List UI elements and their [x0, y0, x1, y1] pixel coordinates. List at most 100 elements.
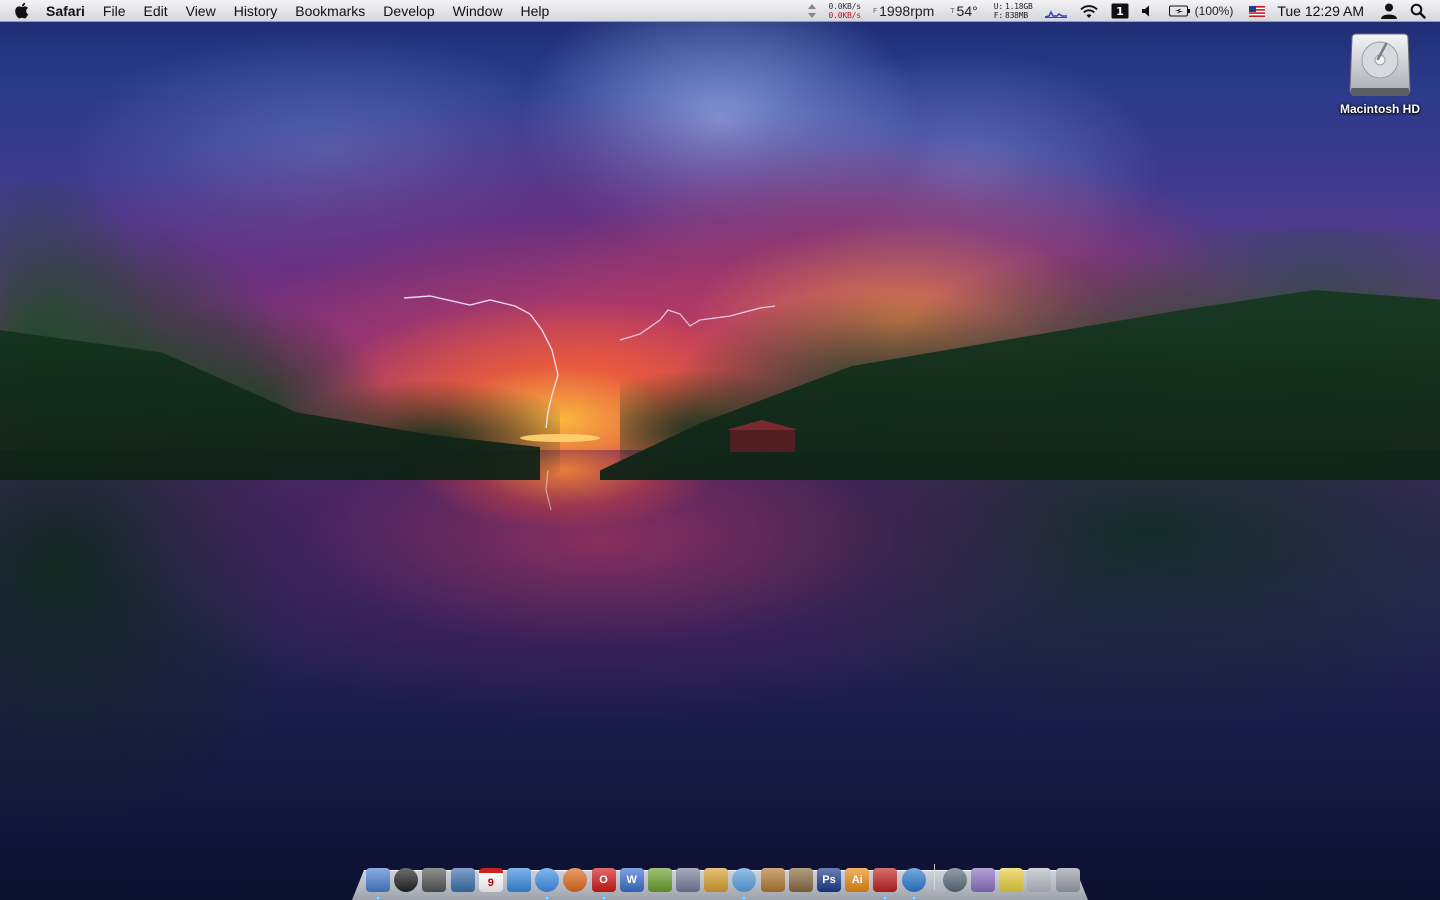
expose-icon — [422, 868, 447, 892]
dock-safari[interactable] — [533, 866, 561, 900]
battery-menu[interactable]: (100%) — [1168, 0, 1238, 22]
menu-develop[interactable]: Develop — [374, 0, 443, 22]
mem-used-label: U: — [993, 2, 1003, 11]
iphoto-icon — [788, 868, 813, 892]
dock-downloads-stack[interactable] — [1025, 866, 1053, 894]
itunes-icon — [732, 868, 757, 892]
mem-free-label: F: — [993, 11, 1003, 20]
menu-extras: 0.0KB/s 0.0KB/s F 1998rpm T 54° U: F: 1.… — [801, 0, 1440, 22]
wifi-icon — [1079, 4, 1098, 18]
menu-edit[interactable]: Edit — [134, 0, 176, 22]
battery-percentage: (100%) — [1194, 4, 1234, 18]
input-source-menu[interactable] — [1249, 0, 1266, 22]
menu-view[interactable]: View — [177, 0, 225, 22]
keynote-icon — [704, 868, 729, 892]
dock-preview[interactable] — [449, 866, 477, 894]
net-upload-rate: 0.0KB/s — [828, 2, 862, 11]
activity-graph[interactable] — [1044, 0, 1067, 22]
temperature-monitor[interactable]: T 54° — [950, 0, 981, 22]
dock-itunes[interactable] — [730, 866, 758, 900]
running-indicator — [376, 896, 380, 900]
dock-parallels[interactable] — [871, 866, 899, 900]
garageband-icon — [760, 868, 785, 892]
menu-clock[interactable]: Tue 12:29 AM — [1277, 3, 1364, 19]
utility-icon — [676, 868, 701, 892]
running-indicator — [601, 896, 606, 900]
dock-expose[interactable] — [420, 866, 448, 894]
fan-monitor[interactable]: F 1998rpm — [873, 0, 938, 22]
documents-stack-icon — [999, 868, 1024, 892]
dock-garageband[interactable] — [759, 866, 787, 894]
ical-icon: 9 — [478, 868, 503, 892]
network-icon — [942, 868, 967, 892]
wallpaper-lightning — [403, 295, 798, 511]
hard-drive-icon — [1349, 33, 1411, 96]
preview-icon — [450, 868, 475, 892]
word-icon: W — [619, 868, 644, 892]
menu-file[interactable]: File — [94, 0, 135, 22]
dock-growl[interactable] — [646, 866, 674, 894]
menu-window[interactable]: Window — [444, 0, 512, 22]
memory-monitor[interactable]: U: F: 1.18GB 838MB — [994, 0, 1033, 22]
growl-icon — [647, 868, 672, 892]
spotlight-menu[interactable] — [1410, 0, 1426, 22]
photoshop-icon: Ps — [817, 868, 841, 892]
temperature-label: T — [950, 7, 955, 15]
volume-menu[interactable] — [1141, 0, 1157, 22]
mem-free-value: 838MB — [1004, 11, 1029, 20]
dock-documents-stack[interactable] — [997, 866, 1025, 894]
temperature-value: 54° — [956, 3, 978, 19]
downloads-stack-icon — [1027, 868, 1052, 892]
fan-speed: 1998rpm — [879, 3, 935, 19]
svg-text:1: 1 — [1116, 5, 1124, 18]
parallels-icon — [873, 868, 898, 892]
spaces-icon: 1 — [1111, 3, 1129, 19]
dock-word[interactable]: W — [618, 866, 646, 894]
activity-graph-icon — [1044, 10, 1067, 18]
macintosh-hd-label: Macintosh HD — [1339, 102, 1420, 116]
running-indicator — [911, 896, 916, 900]
network-arrows-icon — [807, 4, 816, 18]
dock-separator[interactable] — [933, 864, 935, 890]
fan-label: F — [872, 7, 878, 15]
dock: 9 O W Ps Ai — [364, 860, 1084, 900]
wifi-menu[interactable] — [1079, 0, 1099, 22]
menu-bookmarks[interactable]: Bookmarks — [286, 0, 374, 22]
illustrator-icon: Ai — [845, 868, 870, 892]
battery-icon — [1168, 5, 1190, 17]
applications-stack-icon — [970, 868, 995, 892]
volume-icon — [1141, 5, 1149, 17]
dashboard-icon — [394, 868, 419, 892]
dock-photoshop[interactable]: Ps — [815, 866, 843, 894]
menu-history[interactable]: History — [225, 0, 287, 22]
us-flag-icon — [1249, 5, 1266, 17]
mem-used-value: 1.18GB — [1004, 2, 1033, 11]
spotlight-search-icon — [1410, 3, 1426, 19]
menu-help[interactable]: Help — [511, 0, 558, 22]
firefox-icon — [563, 868, 588, 892]
dock-opera[interactable]: O — [590, 866, 618, 900]
dock-network[interactable] — [941, 866, 969, 894]
finder-icon — [366, 868, 390, 892]
desktop-wallpaper — [0, 0, 1440, 900]
dock-illustrator[interactable]: Ai — [843, 866, 871, 894]
quicktime-icon — [901, 868, 926, 892]
network-monitor[interactable]: 0.0KB/s 0.0KB/s — [807, 0, 861, 22]
dock-trash[interactable] — [1054, 866, 1082, 894]
dock-keynote[interactable] — [702, 866, 730, 894]
apple-menu-icon[interactable] — [0, 0, 42, 22]
dock-quicktime[interactable] — [900, 866, 928, 900]
opera-icon: O — [591, 868, 616, 892]
spaces-menu[interactable]: 1 — [1111, 0, 1129, 22]
dock-finder[interactable] — [364, 866, 392, 900]
user-menu[interactable] — [1380, 0, 1398, 22]
dock-iphoto[interactable] — [787, 866, 815, 894]
menu-app-safari[interactable]: Safari — [42, 0, 94, 22]
dock-dashboard[interactable] — [392, 866, 420, 894]
dock-ical[interactable]: 9 — [477, 866, 505, 894]
dock-ichat[interactable] — [505, 866, 533, 894]
dock-firefox[interactable] — [561, 866, 589, 894]
dock-applications-stack[interactable] — [969, 866, 997, 894]
dock-utility[interactable] — [674, 866, 702, 894]
macintosh-hd-desktop-icon[interactable]: Macintosh HD — [1330, 32, 1430, 116]
